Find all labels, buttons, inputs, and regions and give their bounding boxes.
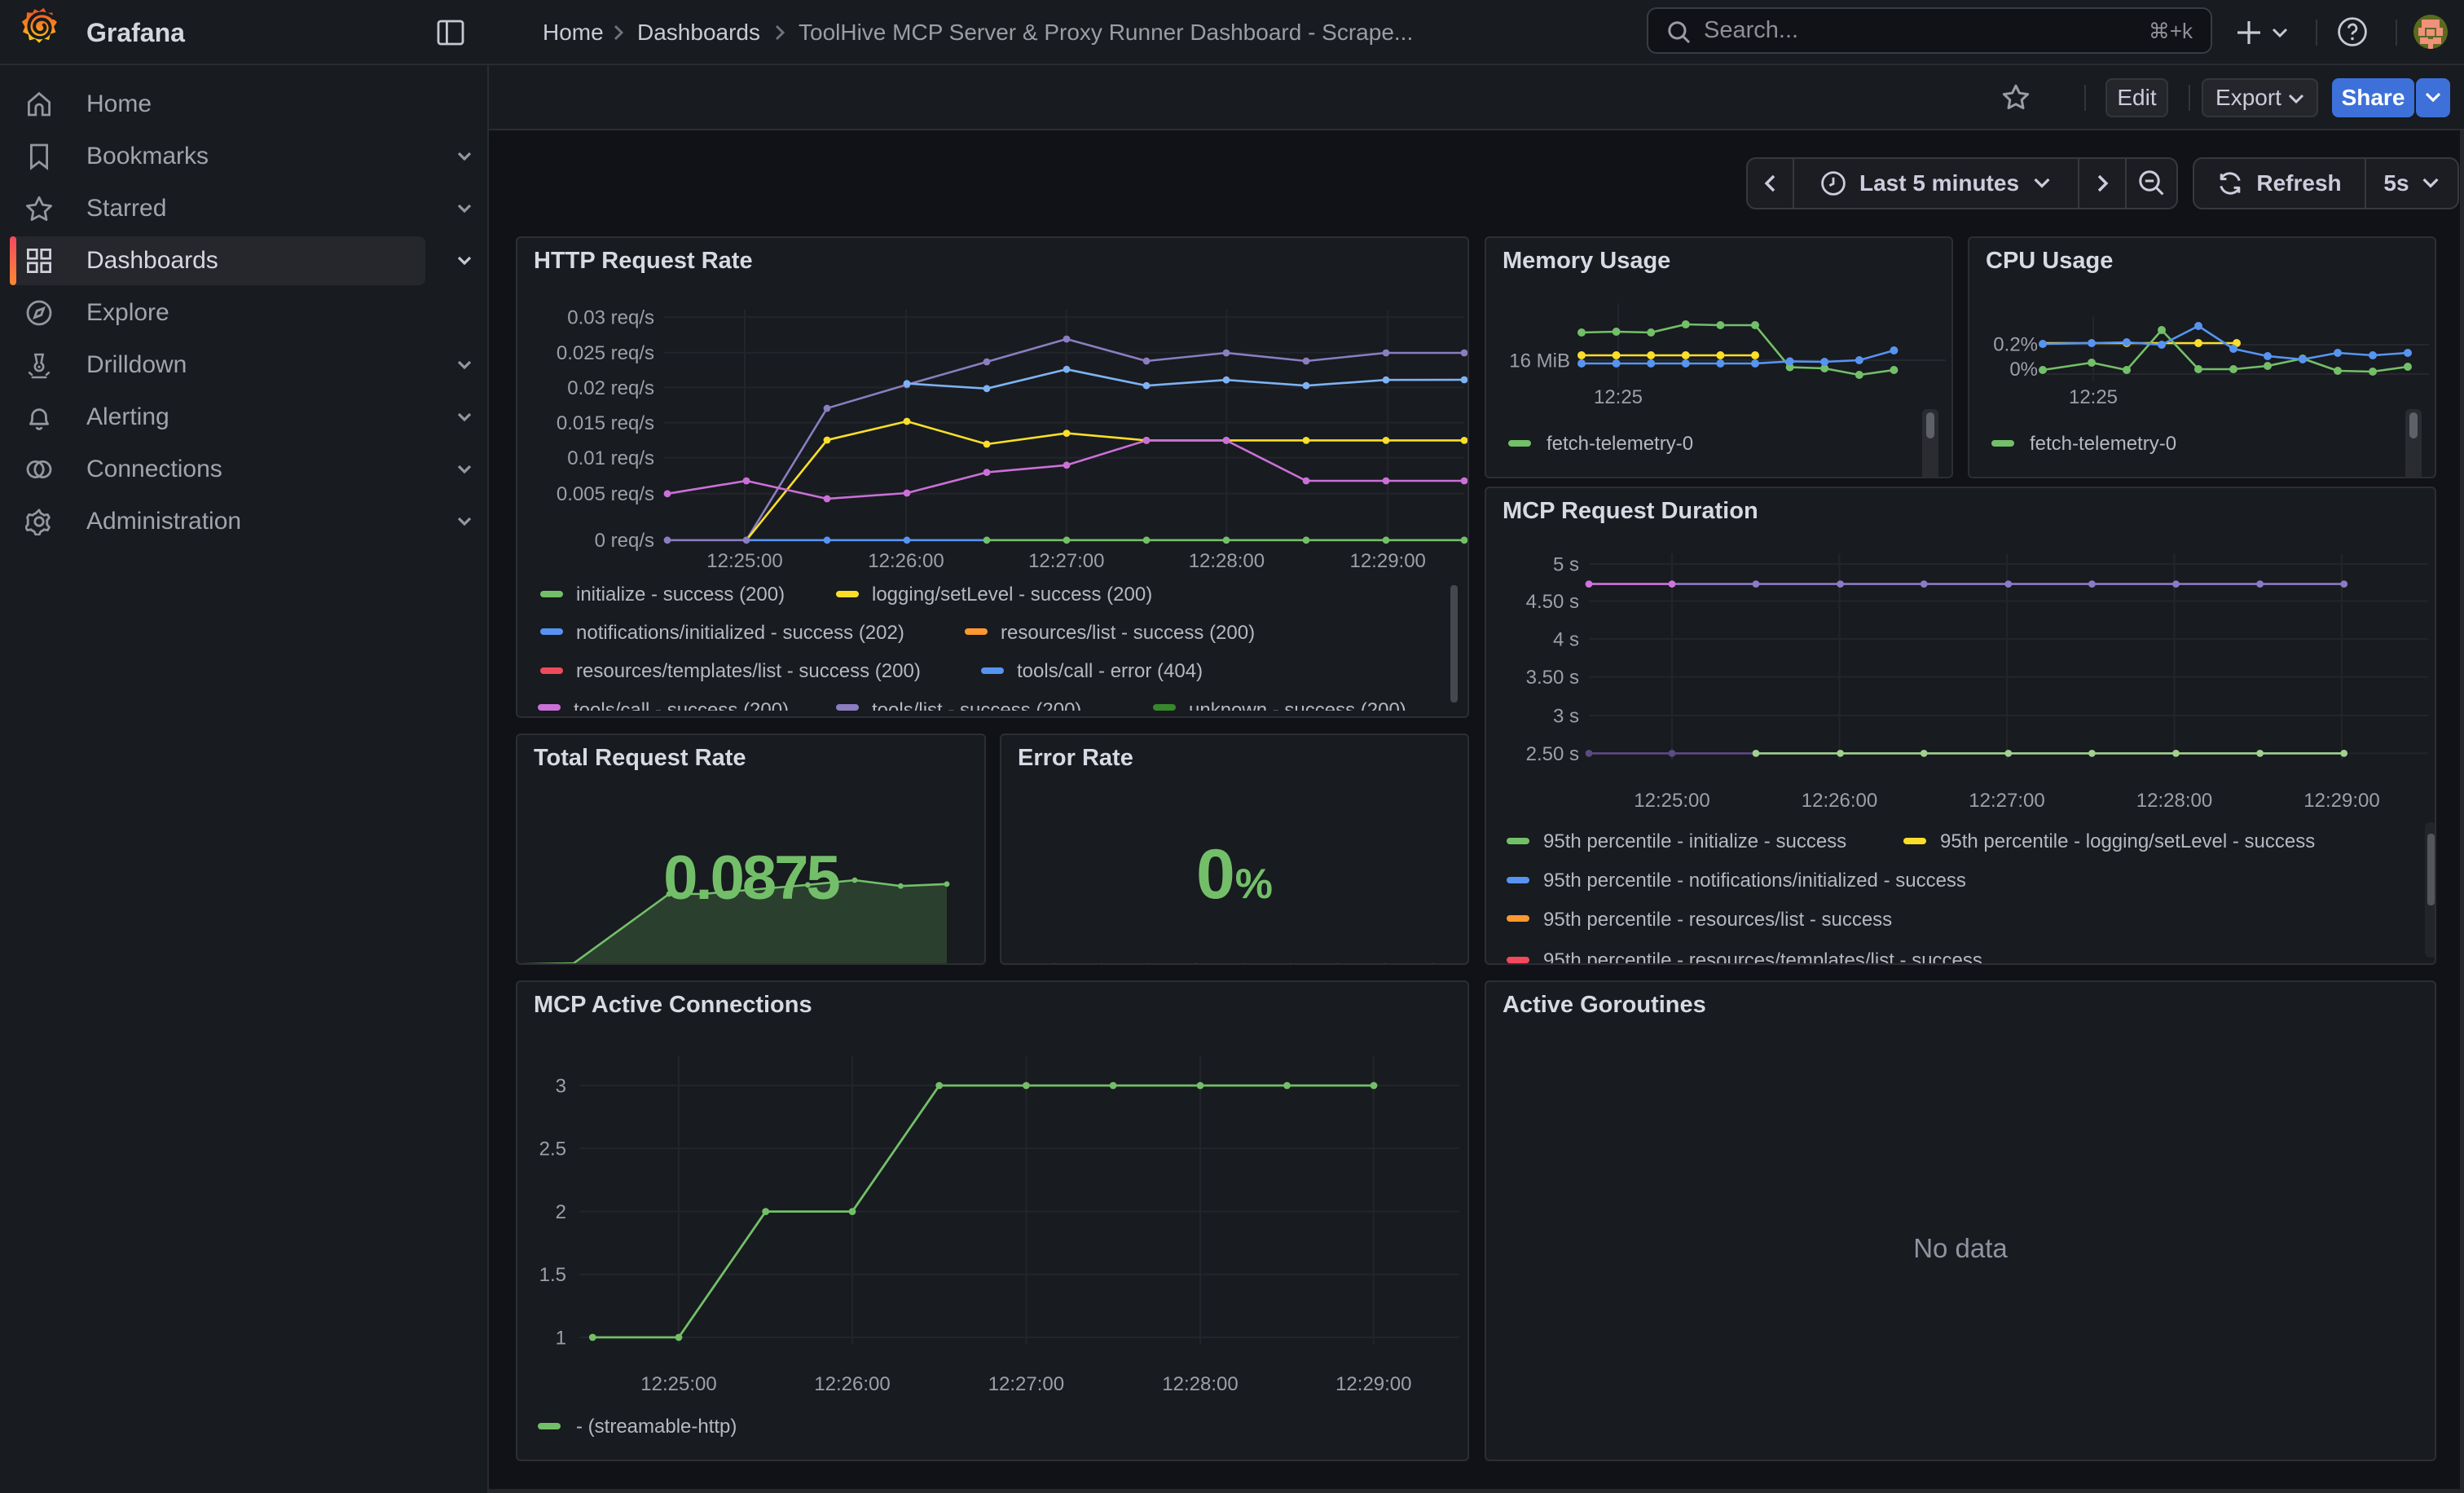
- svg-text:12:27:00: 12:27:00: [1969, 790, 2044, 812]
- svg-text:2: 2: [556, 1201, 566, 1223]
- svg-text:0.015 req/s: 0.015 req/s: [557, 412, 654, 434]
- svg-text:12:26:00: 12:26:00: [868, 550, 944, 572]
- svg-text:0.02 req/s: 0.02 req/s: [567, 377, 654, 399]
- svg-text:12:28:00: 12:28:00: [1162, 1373, 1238, 1395]
- svg-text:12:29:00: 12:29:00: [2303, 790, 2379, 812]
- svg-text:12:26:00: 12:26:00: [1802, 790, 1877, 812]
- svg-text:2.50 s: 2.50 s: [1526, 743, 1579, 765]
- svg-text:3 s: 3 s: [1553, 705, 1579, 727]
- svg-text:12:25:00: 12:25:00: [706, 550, 782, 572]
- svg-text:0.03 req/s: 0.03 req/s: [567, 307, 654, 329]
- svg-text:12:29:00: 12:29:00: [1335, 1373, 1411, 1395]
- svg-text:16 MiB: 16 MiB: [1509, 350, 1570, 372]
- svg-text:1: 1: [556, 1327, 566, 1349]
- svg-text:0 req/s: 0 req/s: [595, 530, 654, 552]
- svg-text:4.50 s: 4.50 s: [1526, 591, 1579, 613]
- svg-text:12:26:00: 12:26:00: [814, 1373, 890, 1395]
- svg-text:12:25:00: 12:25:00: [1634, 790, 1709, 812]
- svg-text:0.005 req/s: 0.005 req/s: [557, 483, 654, 505]
- svg-text:0.025 req/s: 0.025 req/s: [557, 342, 654, 364]
- svg-text:3: 3: [556, 1075, 566, 1097]
- svg-text:2.5: 2.5: [539, 1138, 566, 1160]
- svg-text:3.50 s: 3.50 s: [1526, 667, 1579, 689]
- svg-text:0%: 0%: [2009, 359, 2038, 381]
- svg-text:0.01 req/s: 0.01 req/s: [567, 447, 654, 469]
- svg-text:12:29:00: 12:29:00: [1349, 550, 1425, 572]
- svg-text:12:25: 12:25: [2069, 386, 2118, 408]
- svg-text:12:28:00: 12:28:00: [1189, 550, 1265, 572]
- svg-text:1.5: 1.5: [539, 1264, 566, 1286]
- svg-text:12:27:00: 12:27:00: [1028, 550, 1104, 572]
- svg-text:0.2%: 0.2%: [1993, 333, 2038, 355]
- svg-text:12:28:00: 12:28:00: [2136, 790, 2212, 812]
- svg-text:12:27:00: 12:27:00: [988, 1373, 1064, 1395]
- svg-text:4 s: 4 s: [1553, 628, 1579, 650]
- svg-text:12:25:00: 12:25:00: [640, 1373, 716, 1395]
- svg-text:5 s: 5 s: [1553, 553, 1579, 575]
- svg-text:12:25: 12:25: [1594, 386, 1643, 408]
